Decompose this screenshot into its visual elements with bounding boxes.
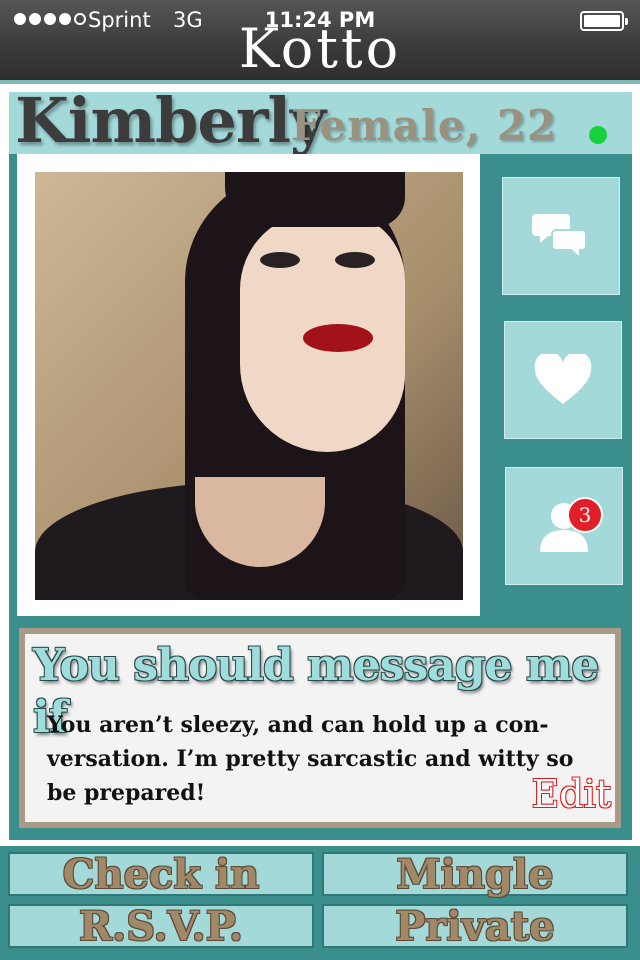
mingle-button[interactable]: Mingle: [322, 851, 628, 898]
message-button[interactable]: [502, 177, 620, 295]
chat-bubbles-icon: [532, 214, 587, 261]
online-status-dot: [589, 126, 607, 144]
app-header: Sprint 3G 11:24 PM Kotto: [0, 0, 640, 80]
message-me-if-panel: You should message me if You aren’t slee…: [19, 628, 621, 828]
edit-button[interactable]: Edit: [532, 772, 612, 816]
bottom-action-bar: Check in Mingle R.S.V.P. Private: [0, 846, 640, 960]
private-button[interactable]: Private: [322, 903, 628, 950]
profile-photo-frame: [17, 154, 480, 616]
heart-icon: [534, 354, 592, 404]
profile-card: Kimberly Female, 22 3 You should message…: [9, 86, 632, 840]
profile-header: Kimberly Female, 22: [9, 86, 632, 156]
app-title: Kotto: [238, 17, 402, 80]
rsvp-button[interactable]: R.S.V.P.: [8, 903, 314, 950]
check-in-button[interactable]: Check in: [8, 851, 314, 898]
profile-photo[interactable]: [35, 172, 463, 600]
profile-gender-age: Female, 22: [291, 101, 558, 150]
visitors-button[interactable]: 3: [505, 467, 623, 585]
profile-name: Kimberly: [15, 84, 326, 157]
visitors-count-badge: 3: [567, 497, 603, 533]
like-button[interactable]: [504, 321, 622, 439]
message-prompt-body: You aren’t sleezy, and can hold up a con…: [47, 712, 574, 806]
